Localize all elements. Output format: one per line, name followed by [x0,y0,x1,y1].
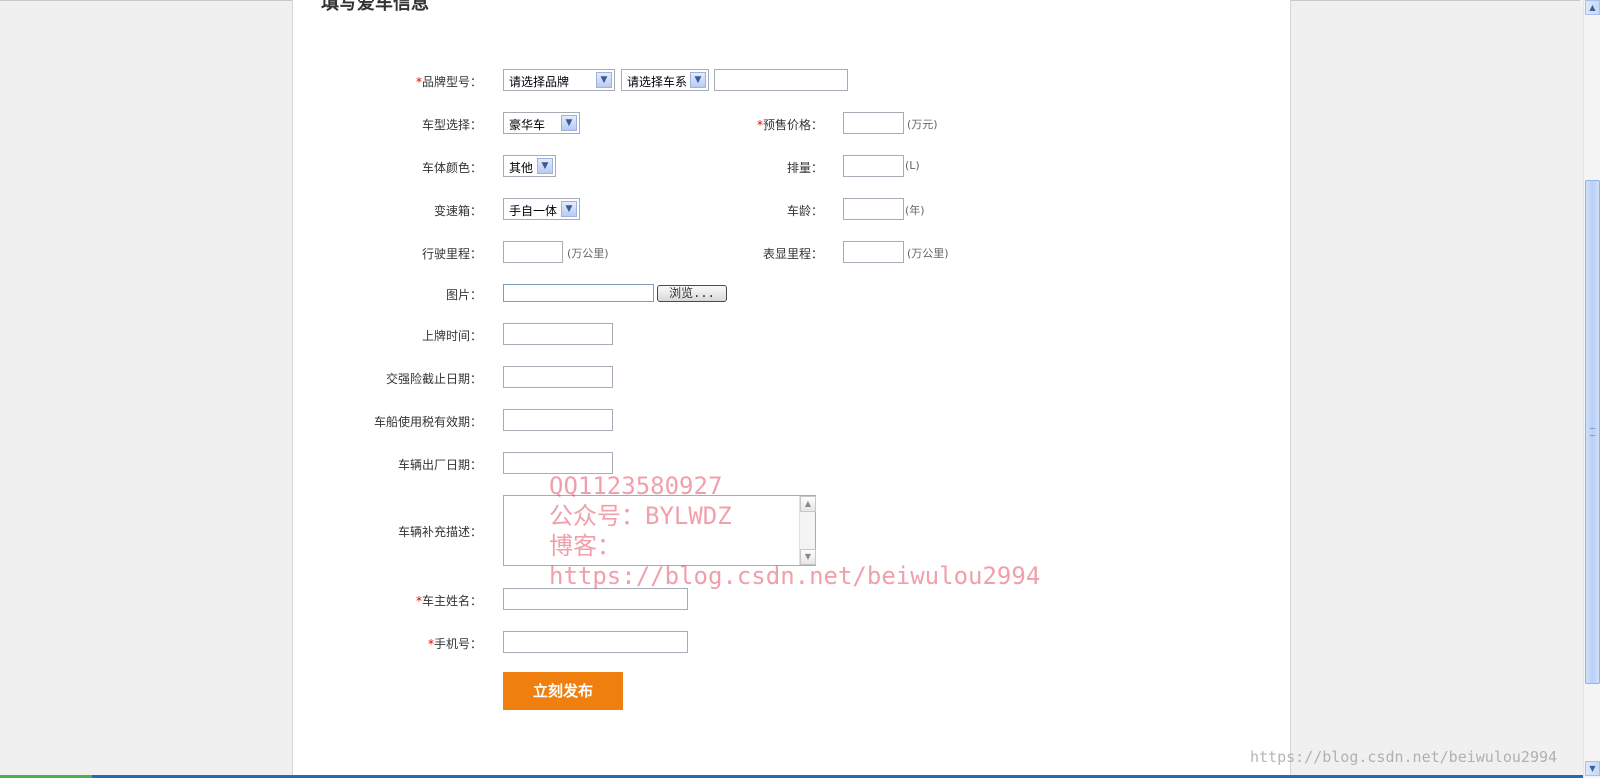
car-type-label: 车型选择： [421,118,482,132]
chevron-down-icon: ▼ [561,115,577,131]
color-select[interactable]: 其他 ▼ [503,155,556,177]
section-title: 填写爱车信息 [321,0,429,14]
description-textarea[interactable]: ▲ ▼ [503,495,816,566]
price-unit: (万元) [907,118,938,131]
scroll-down-icon[interactable]: ▼ [800,549,816,565]
mileage-input[interactable] [503,241,563,263]
registration-date-input[interactable] [503,323,613,345]
factory-date-label: 车辆出厂日期： [397,458,482,472]
brand-label: *品牌型号： [415,75,482,89]
phone-label: *手机号： [427,637,482,651]
factory-date-input[interactable] [503,452,613,474]
publish-button[interactable]: 立刻发布 [503,672,623,710]
scroll-up-icon[interactable]: ▲ [800,496,816,512]
age-unit: (年) [905,204,925,217]
phone-input[interactable] [503,631,688,653]
gearbox-label: 变速箱： [433,204,482,218]
chevron-down-icon: ▼ [596,72,612,88]
color-label: 车体颜色： [421,161,482,175]
grip-icon [1590,428,1595,436]
chevron-down-icon: ▼ [537,158,553,174]
mileage-label: 行驶里程： [421,247,482,261]
brand-select[interactable]: 请选择品牌 ▼ [503,69,615,91]
model-input[interactable] [714,69,848,91]
odometer-label: 表显里程： [762,247,823,261]
scroll-down-icon[interactable]: ▼ [1585,761,1600,776]
price-label: *预售价格： [756,118,823,132]
scrollbar-thumb[interactable] [1585,180,1600,684]
displacement-label: 排量： [786,161,823,175]
age-input[interactable] [843,198,904,220]
age-label: 车龄： [786,204,823,218]
odometer-unit: (万公里) [907,247,949,260]
registration-date-label: 上牌时间： [421,329,482,343]
scroll-up-icon[interactable]: ▲ [1585,0,1600,15]
picture-label: 图片： [445,288,482,302]
displacement-unit: (L) [905,159,920,172]
insurance-date-input[interactable] [503,366,613,388]
series-select[interactable]: 请选择车系 ▼ [621,69,709,91]
page-scrollbar[interactable]: ▲ ▼ [1583,0,1600,778]
odometer-input[interactable] [843,241,904,263]
gearbox-select[interactable]: 手自一体 ▼ [503,198,580,220]
insurance-date-label: 交强险截止日期： [385,372,482,386]
form-panel: 填写爱车信息 *品牌型号： 请选择品牌 ▼ 请选择车系 ▼ 车型选择： 豪华车 ▼ *… [292,0,1291,778]
car-type-select[interactable]: 豪华车 ▼ [503,112,580,134]
tax-date-label: 车船使用税有效期： [373,415,482,429]
owner-name-input[interactable] [503,588,688,610]
displacement-input[interactable] [843,155,904,177]
mileage-unit: (万公里) [567,247,609,260]
chevron-down-icon: ▼ [561,201,577,217]
textarea-scrollbar[interactable]: ▲ ▼ [799,496,816,565]
description-label: 车辆补充描述： [397,525,482,539]
browse-button[interactable]: 浏览... [657,285,727,302]
tax-date-input[interactable] [503,409,613,431]
corner-watermark: https://blog.csdn.net/beiwulou2994 [1250,748,1558,766]
picture-path-input[interactable] [503,284,654,302]
owner-name-label: *车主姓名： [415,594,482,608]
price-input[interactable] [843,112,904,134]
chevron-down-icon: ▼ [690,72,706,88]
